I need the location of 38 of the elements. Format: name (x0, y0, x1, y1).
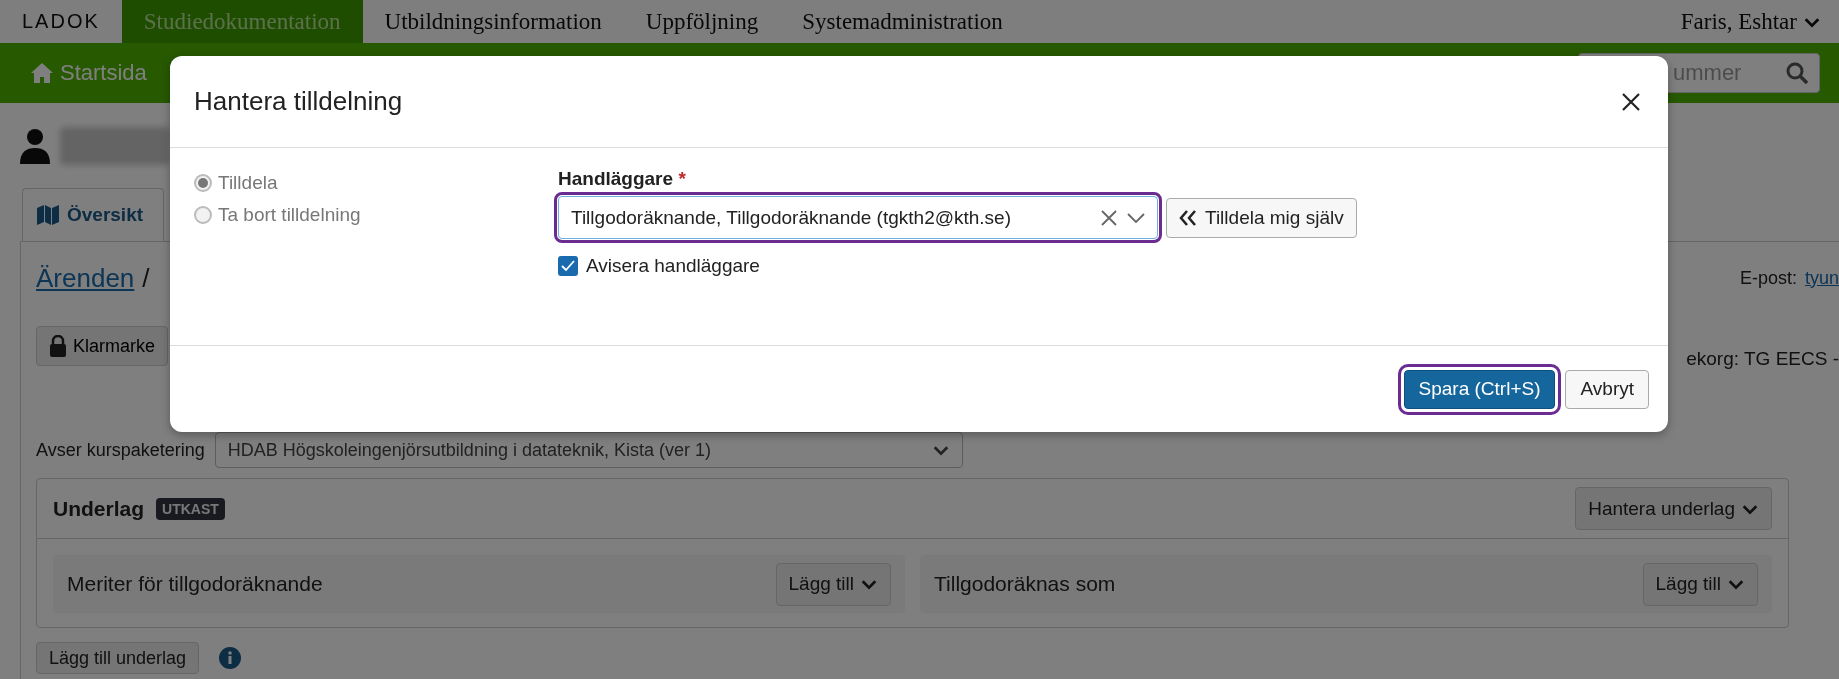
home-icon (30, 62, 54, 84)
logo[interactable]: LADOK (0, 0, 122, 43)
manage-button[interactable]: Hantera underlag (1575, 487, 1772, 530)
field-label: Handläggare * (558, 168, 687, 190)
status-badge: UTKAST (156, 497, 225, 520)
page-tab[interactable]: Översikt (22, 188, 165, 241)
info-icon[interactable] (219, 647, 242, 669)
breadcrumb-link[interactable]: Ärenden (36, 262, 135, 294)
clear-icon[interactable] (1101, 209, 1117, 226)
package-label: Avser kurspaketering (36, 439, 205, 461)
nav-tab[interactable]: Uppföljning (623, 0, 781, 43)
add-underlag-button[interactable]: Lägg till underlag (36, 642, 200, 674)
nav-tab[interactable]: Utbildningsinformation (362, 0, 624, 43)
notify-checkbox[interactable]: Avisera handläggare (558, 255, 1357, 277)
breadcrumb-separator: / (142, 262, 150, 294)
close-icon (1622, 92, 1640, 111)
lock-button[interactable]: Klarmarke (36, 326, 169, 366)
nav-tab[interactable]: Systemadministration (780, 0, 1025, 43)
package-select[interactable]: HDAB Högskoleingenjörsutbildning i datateknik, Kista (ver 1) (214, 432, 963, 468)
email-link[interactable]: tyun (1804, 267, 1839, 289)
person-icon (20, 127, 50, 164)
cancel-button[interactable]: Avbryt (1565, 369, 1649, 409)
email-label: E-post: (1739, 267, 1797, 289)
group-text: ekorg: TG EECS - (1686, 348, 1839, 370)
card-title: Meriter för tillgodoräknande (67, 572, 323, 596)
assign-self-button[interactable]: Tilldela mig själv (1166, 197, 1357, 238)
checkbox[interactable] (558, 256, 578, 276)
chevron-down-icon (1127, 211, 1145, 224)
add-button[interactable]: Lägg till (1642, 562, 1758, 606)
double-chevron-left-icon (1179, 209, 1197, 226)
panel-title: Underlag (53, 496, 144, 521)
search-icon (1785, 61, 1809, 85)
user-menu[interactable]: Faris, Eshtar (1662, 0, 1839, 43)
card-title: Tillgodoräknas som (934, 572, 1116, 596)
lock-icon (49, 335, 67, 357)
map-icon (37, 205, 59, 225)
dialog-title: Hantera tilldelning (194, 86, 403, 117)
add-button[interactable]: Lägg till (775, 562, 891, 606)
